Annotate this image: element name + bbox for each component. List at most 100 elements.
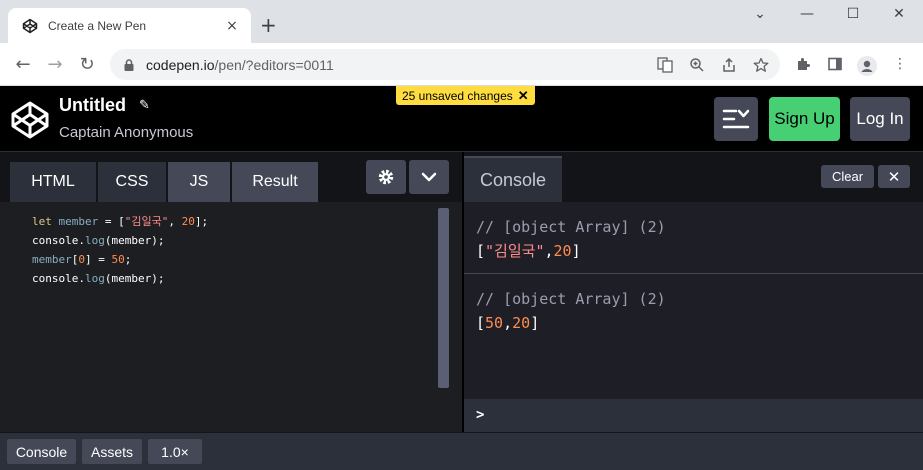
code-token: member <box>32 253 72 266</box>
code-token: ; <box>124 253 132 266</box>
back-icon[interactable]: ← <box>12 54 34 75</box>
log-token: ] <box>571 242 581 260</box>
code-token: let <box>32 215 52 228</box>
browser-tab[interactable]: Create a New Pen × <box>8 8 251 43</box>
tab-search-icon[interactable]: ⌄ <box>745 6 775 26</box>
unsaved-changes-badge[interactable]: 25 unsaved changes ✕ <box>396 86 535 105</box>
translate-icon[interactable] <box>656 56 674 74</box>
log-value: [50,20] <box>476 310 923 336</box>
log-in-button[interactable]: Log In <box>850 97 910 141</box>
log-token: , <box>503 314 513 332</box>
codepen-header: Untitled ✎ Captain Anonymous 25 unsaved … <box>0 86 923 152</box>
console-input[interactable]: > <box>464 399 923 432</box>
code-token: 0 <box>78 253 85 266</box>
footer-console-button[interactable]: Console <box>7 439 76 464</box>
bookmark-star-icon[interactable] <box>752 56 770 74</box>
url-host: codepen.io <box>146 56 215 73</box>
window-close-icon[interactable]: ✕ <box>884 6 914 26</box>
log-comment: // [object Array] (2) <box>476 290 666 308</box>
console-title: Console <box>464 156 562 202</box>
code-token: ] = <box>85 253 112 266</box>
log-value: ["김일국",20] <box>476 238 923 264</box>
code-editor[interactable]: let member = ["김일국", 20]; console.log(me… <box>32 212 208 288</box>
gear-icon <box>378 169 394 185</box>
url-path: /pen/?editors=0011 <box>214 56 334 73</box>
log-token: 20 <box>512 314 531 332</box>
pen-author: Captain Anonymous <box>59 124 194 141</box>
log-token: [ <box>476 242 486 260</box>
code-token: (member); <box>104 272 165 285</box>
browser-menu-icon[interactable]: ⋮ <box>890 56 910 72</box>
maximize-icon[interactable]: ☐ <box>838 6 868 26</box>
log-token: [ <box>476 314 486 332</box>
tab-html[interactable]: HTML <box>10 162 96 202</box>
browser-toolbar: ← → ↻ codepen.io/pen/?editors=0011 ⋮ <box>0 43 923 86</box>
unsaved-changes-label: 25 unsaved changes <box>402 88 513 103</box>
omnibox-actions <box>656 56 770 74</box>
console-prompt: > <box>476 407 485 423</box>
code-line-4: console.log(member); <box>32 269 208 288</box>
sign-up-button[interactable]: Sign Up <box>769 97 840 141</box>
tab-css[interactable]: CSS <box>98 162 166 202</box>
code-token: , <box>168 215 182 228</box>
lock-icon <box>124 58 134 71</box>
footer-zoom-button[interactable]: 1.0× <box>148 439 202 464</box>
code-token: 50 <box>111 253 125 266</box>
tab-js[interactable]: JS <box>168 162 230 202</box>
console-clear-button[interactable]: Clear <box>821 165 874 188</box>
profile-avatar-icon[interactable] <box>857 56 877 80</box>
editor-tabs: HTML CSS JS Result <box>0 152 462 202</box>
editor-settings-button[interactable] <box>366 160 406 194</box>
url-text: codepen.io/pen/?editors=0011 <box>146 57 334 73</box>
forward-icon[interactable]: → <box>44 54 66 75</box>
extensions-icon[interactable] <box>793 56 813 76</box>
layout-menu-icon <box>722 109 750 129</box>
console-pane: Console Clear ✕ // [object Array] (2) ["… <box>464 152 923 432</box>
code-token: member <box>51 215 99 228</box>
dismiss-unsaved-icon[interactable]: ✕ <box>518 88 529 104</box>
code-token: 20 <box>181 215 195 228</box>
editor-scrollbar[interactable] <box>438 208 449 388</box>
code-token: "김일국" <box>124 215 169 228</box>
browser-tab-strip: Create a New Pen × + ⌄ — ☐ ✕ <box>0 0 923 43</box>
zoom-icon[interactable] <box>688 56 706 74</box>
pen-title[interactable]: Untitled <box>59 95 126 116</box>
console-log-entry: // [object Array] (2) ["김일국",20] <box>464 216 923 274</box>
editor-options-button[interactable] <box>409 160 449 194</box>
log-comment: // [object Array] (2) <box>476 218 666 236</box>
js-editor-pane: HTML CSS JS Result let member = ["김일국", … <box>0 152 462 432</box>
tab-close-icon[interactable]: × <box>223 18 241 34</box>
chevron-down-icon <box>421 172 437 182</box>
log-token: 20 <box>553 242 572 260</box>
footer-assets-button[interactable]: Assets <box>82 439 142 464</box>
console-close-icon[interactable]: ✕ <box>878 165 910 188</box>
code-token: ]; <box>194 215 209 228</box>
code-token: console. <box>32 234 85 247</box>
code-token: = [ <box>98 215 125 228</box>
code-token: log <box>84 272 105 285</box>
code-token: log <box>84 234 105 247</box>
change-view-button[interactable] <box>714 97 758 141</box>
code-line-1: let member = ["김일국", 20]; <box>32 212 208 231</box>
codepen-logo-icon[interactable] <box>10 100 50 140</box>
side-panel-icon[interactable] <box>825 56 845 76</box>
log-token: , <box>544 242 554 260</box>
address-bar[interactable]: codepen.io/pen/?editors=0011 <box>110 49 780 80</box>
log-token: 50 <box>485 314 504 332</box>
tab-result[interactable]: Result <box>232 162 318 202</box>
share-icon[interactable] <box>720 56 738 74</box>
codepen-favicon-icon <box>22 18 38 33</box>
new-tab-button[interactable]: + <box>260 13 277 37</box>
minimize-icon[interactable]: — <box>792 6 822 26</box>
code-line-3: member[0] = 50; <box>32 250 208 269</box>
console-log-entry: // [object Array] (2) [50,20] <box>464 288 923 348</box>
edit-pencil-icon[interactable]: ✎ <box>139 98 150 113</box>
editor-footer: Console Assets 1.0× <box>0 432 923 470</box>
reload-icon[interactable]: ↻ <box>76 54 98 75</box>
code-line-2: console.log(member); <box>32 231 208 250</box>
code-token: console. <box>32 272 85 285</box>
code-token: (member); <box>104 234 165 247</box>
log-token: ] <box>530 314 540 332</box>
log-token: "김일국" <box>485 242 545 260</box>
console-header: Console Clear ✕ <box>464 152 923 202</box>
